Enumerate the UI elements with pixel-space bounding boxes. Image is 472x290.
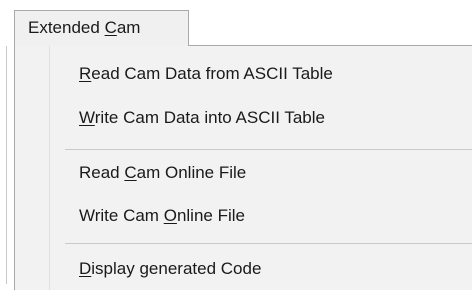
menu-item-mnemonic: D [79,259,92,278]
menu-item-write-cam-data-ascii[interactable]: Write Cam Data into ASCII Table [79,100,325,136]
menu-item-label: rite Cam Data into ASCII Table [94,108,325,127]
menu-separator [65,243,472,244]
menu-item-mnemonic: O [163,206,177,225]
menu-title-mnemonic: C [104,18,117,37]
menu-item-label: am Online File [136,163,247,182]
menu-extended-cam[interactable]: Extended Cam [14,10,189,46]
menu-item-label: Read [79,163,125,182]
menu-item-display-generated-code[interactable]: Display generated Code [79,251,261,287]
menu-item-mnemonic: R [79,64,92,83]
menu-item-read-cam-online-file[interactable]: Read Cam Online File [79,155,246,191]
icon-gutter-divider [49,46,50,290]
menu-item-label: ead Cam Data from ASCII Table [91,64,333,83]
dropdown-menu: Read Cam Data from ASCII Table Write Cam… [14,45,472,290]
menu-item-label: nline File [176,206,245,225]
menu-separator [65,149,472,150]
menu-title-part: Extended [28,18,105,37]
menu-item-label: Write Cam [79,206,164,225]
menu-item-mnemonic: C [124,163,137,182]
menu-item-read-cam-data-ascii[interactable]: Read Cam Data from ASCII Table [79,56,333,92]
menu-item-write-cam-online-file[interactable]: Write Cam Online File [79,198,245,234]
menu-title-part: am [116,18,141,37]
menu-item-label: isplay generated Code [91,259,262,278]
menu-item-mnemonic: W [79,108,95,127]
